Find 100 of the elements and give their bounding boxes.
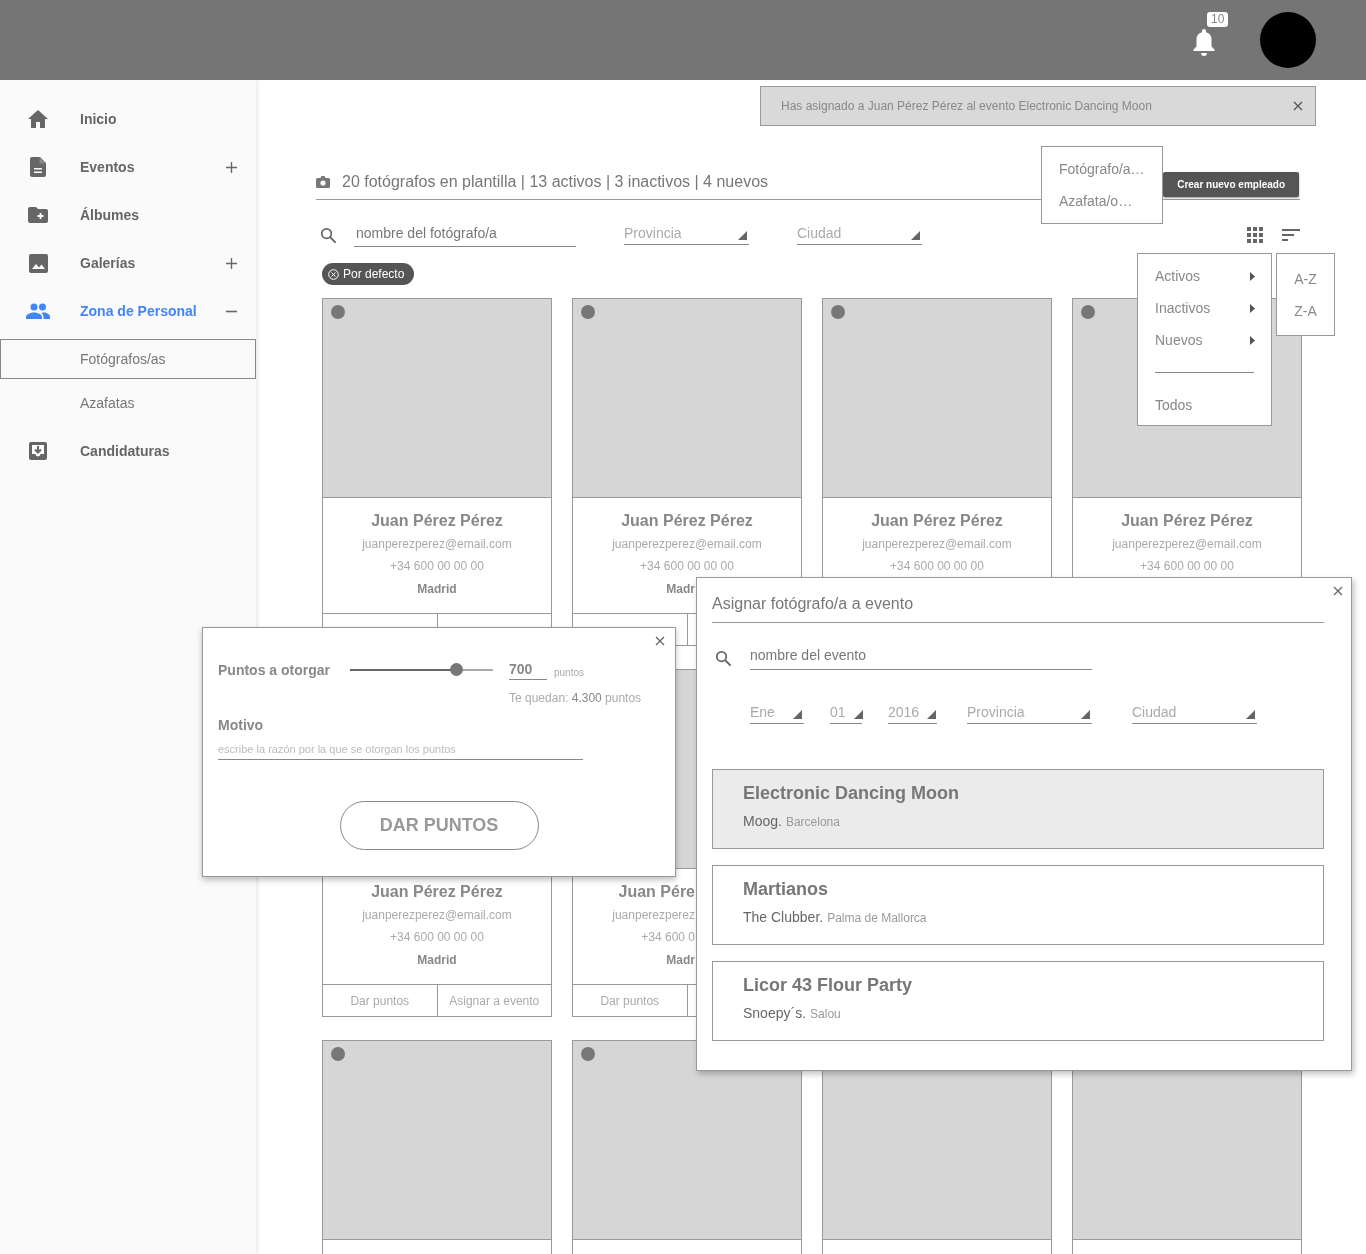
nav-subitem[interactable]: Azafatas — [0, 383, 256, 423]
event-name: Electronic Dancing Moon — [743, 783, 961, 804]
notification-badge: 10 — [1207, 12, 1229, 27]
image-icon — [28, 253, 48, 273]
phone-text: +34 600 00 00 00 — [640, 559, 734, 573]
event-city: Palma de Mallorca — [827, 911, 927, 925]
city-text: Madr — [666, 582, 695, 596]
nav-item[interactable]: Galerías — [80, 255, 136, 271]
folder-plus-icon — [28, 207, 48, 223]
create-employee-button[interactable]: Crear nuevo empleado — [1163, 171, 1299, 197]
city-text: Madr — [666, 953, 695, 967]
phone-text: +34 600 0 — [641, 930, 695, 944]
event-venue: The Clubber. — [743, 909, 824, 925]
plus-icon[interactable] — [226, 161, 237, 173]
dropdown-field[interactable]: 2016 — [888, 704, 937, 724]
event-name: Martianos — [743, 879, 830, 900]
caret-icon — [927, 710, 937, 719]
email-text: juanperezperez@email.com — [862, 537, 1012, 551]
caret-icon — [911, 231, 920, 240]
sort-icon[interactable] — [1282, 229, 1300, 241]
email-text: juanperezperez@email.com — [1112, 537, 1262, 551]
nav-item[interactable]: Inicio — [80, 111, 117, 127]
email-text: juanperezperez@email.com — [362, 908, 512, 922]
menu-item[interactable]: Inactivos — [1138, 292, 1271, 324]
menu-item[interactable]: Activos — [1138, 260, 1271, 292]
caret-icon — [738, 231, 747, 240]
email-text: juanperezperez@email.com — [612, 537, 762, 551]
event-name: Licor 43 Flour Party — [743, 975, 914, 996]
remaining-points: Te quedan: 4.300 puntos — [509, 691, 643, 705]
person-name: Juan Pérez Pérez — [1121, 512, 1253, 529]
give-points-link[interactable]: Dar puntos — [600, 993, 660, 1008]
phone-text: +34 600 00 00 00 — [390, 559, 484, 573]
toast-message: Has asignado a Juan Pérez Pérez al evento Electronic Dancing Moon — [781, 99, 1152, 113]
bell-icon[interactable] — [1192, 28, 1216, 56]
event-item[interactable]: Electronic Dancing Moon Moog. Barcelona — [712, 769, 1324, 849]
points-input[interactable]: 700 — [509, 660, 547, 680]
phone-text: +34 600 00 00 00 — [390, 930, 484, 944]
dropdown-field[interactable]: Ene — [750, 704, 804, 724]
menu-item[interactable]: Nuevos — [1138, 324, 1271, 356]
event-city: Salou — [810, 1007, 841, 1021]
menu-item[interactable]: A-Z — [1277, 263, 1334, 295]
filter-chip[interactable]: Por defecto — [322, 263, 415, 285]
person-name: Juan Pérez Pérez — [371, 883, 503, 900]
document-icon — [30, 157, 46, 177]
menu-item[interactable]: Azafata/o… — [1042, 185, 1162, 217]
email-text: juanperezperez@email.com — [362, 537, 512, 551]
camera-icon — [316, 175, 330, 188]
menu-item[interactable]: Z-A — [1277, 295, 1334, 327]
close-icon[interactable] — [655, 636, 665, 646]
menu-item[interactable]: Fotógrafo/a… — [1042, 153, 1162, 185]
phone-text: +34 600 00 00 00 — [1140, 559, 1234, 573]
nav-item[interactable]: Álbumes — [80, 207, 140, 223]
search-icon — [714, 649, 733, 668]
search-field[interactable]: nombre del fotógrafo/a — [354, 223, 576, 247]
caret-icon — [1246, 710, 1255, 719]
person-name: Juan Pérez Pérez — [871, 512, 1003, 529]
event-item[interactable]: Licor 43 Flour Party Snoepy´s. Salou — [712, 961, 1324, 1041]
event-city: Barcelona — [785, 815, 840, 829]
dropdown-field[interactable]: Ciudad — [797, 225, 922, 245]
dropdown-field[interactable]: Provincia — [624, 225, 749, 245]
reason-label: Motivo — [218, 717, 265, 733]
points-unit: puntos — [554, 666, 585, 678]
email-text: juanperezperez — [612, 908, 695, 922]
phone-text: +34 600 00 00 00 — [890, 559, 984, 573]
close-icon[interactable] — [1293, 101, 1303, 111]
staff-summary: 20 fotógrafos en plantilla | 13 activos | 3 inactivos | 4 nuevos — [342, 172, 769, 191]
slider-thumb[interactable] — [449, 663, 463, 676]
caret-icon — [793, 710, 802, 719]
event-venue: Snoepy´s. — [743, 1005, 807, 1021]
dialog-title: Asignar fotógrafo/a a evento — [712, 578, 1324, 623]
nav-subitem[interactable]: Fotógrafos/as — [0, 339, 256, 379]
dropdown-field[interactable]: Provincia — [967, 704, 1092, 724]
search-field[interactable]: nombre del evento — [750, 647, 1092, 670]
home-icon — [28, 110, 48, 128]
caret-icon — [853, 710, 863, 719]
nav-item[interactable]: Eventos — [80, 159, 135, 175]
download-tray-icon — [29, 442, 47, 460]
reason-field[interactable]: escribe la razón por la que se otorgan los puntos — [218, 743, 583, 760]
give-points-button[interactable]: DAR PUNTOS — [339, 801, 539, 850]
nav-item[interactable]: Candidaturas — [80, 443, 170, 459]
plus-icon[interactable] — [226, 257, 237, 269]
assign-event-link[interactable]: Asignar a evento — [449, 993, 540, 1008]
grid-view-icon[interactable] — [1247, 227, 1263, 243]
city-text: Madrid — [417, 953, 457, 967]
menu-item[interactable]: Todos — [1138, 389, 1271, 421]
person-name: Juan Pére — [618, 883, 695, 900]
people-icon — [26, 303, 50, 319]
give-points-link[interactable]: Dar puntos — [350, 993, 410, 1008]
event-item[interactable]: Martianos The Clubber. Palma de Mallorca — [712, 865, 1324, 945]
city-text: Madrid — [417, 582, 457, 596]
dropdown-field[interactable]: Ciudad — [1132, 704, 1257, 724]
close-icon[interactable] — [1333, 586, 1343, 596]
avatar[interactable] — [1260, 12, 1316, 68]
search-icon — [319, 225, 338, 245]
event-venue: Moog. — [743, 813, 782, 829]
dropdown-field[interactable]: 01 — [830, 704, 862, 724]
close-circle-icon — [328, 268, 339, 280]
caret-icon — [1081, 710, 1090, 719]
nav-item[interactable]: Zona de Personal — [80, 303, 197, 319]
person-name: Juan Pérez Pérez — [621, 512, 753, 529]
